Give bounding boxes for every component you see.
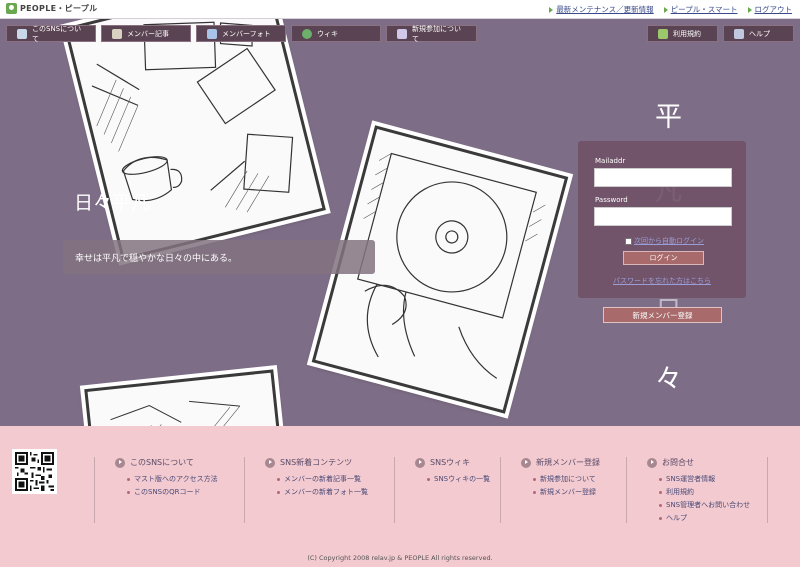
nav-terms[interactable]: 利用規約 xyxy=(647,25,718,42)
bullet-icon xyxy=(127,490,130,494)
arrow-icon xyxy=(549,6,554,13)
nav-new-member[interactable]: 新規参加について xyxy=(386,25,477,43)
footer-col-title[interactable]: このSNSについて xyxy=(115,457,244,468)
footer-link[interactable]: メンバーの新着フォト一覧 xyxy=(277,487,394,497)
pencil-icon xyxy=(658,28,668,39)
nav-about[interactable]: このSNSについて xyxy=(6,25,96,43)
qr-code xyxy=(12,449,57,494)
bullet-icon xyxy=(127,477,130,481)
nav-member-articles[interactable]: メンバー記事 xyxy=(101,25,191,42)
utility-nav: 利用規約 ヘルプ xyxy=(647,25,794,42)
footer-link[interactable]: メンバーの新着記事一覧 xyxy=(277,474,394,484)
play-circle-icon xyxy=(521,457,531,468)
footer-link[interactable]: 新規参加について xyxy=(533,474,626,484)
help-icon xyxy=(734,28,744,39)
forgot-password-link[interactable]: パスワードを忘れた方はこちら xyxy=(578,276,746,286)
logout-link[interactable]: ログアウト xyxy=(747,4,792,15)
globe-icon xyxy=(302,28,312,39)
footer-col-title[interactable]: 新規メンバー登録 xyxy=(521,457,626,468)
footer-link[interactable]: SNS運営者情報 xyxy=(659,474,767,484)
bullet-icon xyxy=(659,503,662,507)
vertical-char: 々 xyxy=(655,364,682,395)
footer-col-new-content: SNS新着コンテンツ メンバーの新着記事一覧 メンバーの新着フォト一覧 xyxy=(244,457,394,523)
bullet-icon xyxy=(659,490,662,494)
login-panel: Mailaddr Password 次回から自動ログイン ログイン パスワードを… xyxy=(578,141,746,298)
footer-col-title[interactable]: SNS新着コンテンツ xyxy=(265,457,394,468)
bullet-icon xyxy=(659,516,662,520)
arrow-icon xyxy=(747,6,752,13)
notebook-icon xyxy=(112,28,122,39)
top-links: 最新メンテナンス／更新情報 ピープル・スマート ログアウト xyxy=(549,4,792,15)
qr-code-icon xyxy=(15,452,54,491)
remember-login[interactable]: 次回から自動ログイン xyxy=(625,236,704,246)
password-input[interactable] xyxy=(594,207,732,226)
logo-icon xyxy=(6,3,17,14)
logo-text: PEOPLE・ピープル xyxy=(20,4,98,13)
bullet-icon xyxy=(427,477,430,481)
bullet-icon xyxy=(533,490,536,494)
site-tagline: 幸せは平凡で穏やかな日々の中にある。 xyxy=(63,240,375,274)
main-nav: このSNSについて メンバー記事 メンバーフォト ウィキ 新規参加について xyxy=(6,25,477,43)
copyright: (C) Copyright 2008 relav.jp & PEOPLE All… xyxy=(307,554,493,562)
footer-col-title[interactable]: お問合せ xyxy=(647,457,767,468)
hero-section: このSNSについて メンバー記事 メンバーフォト ウィキ 新規参加について 利用… xyxy=(0,19,800,426)
bullet-icon xyxy=(659,477,662,481)
password-label: Password xyxy=(595,196,628,204)
mail-label: Mailaddr xyxy=(595,157,626,165)
footer-link[interactable]: 利用規約 xyxy=(659,487,767,497)
people-icon xyxy=(17,28,27,39)
register-button[interactable]: 新規メンバー登録 xyxy=(603,307,722,323)
footer-link[interactable]: SNSウィキの一覧 xyxy=(427,474,500,484)
footer-col-contact: お問合せ SNS運営者情報 利用規約 SNS管理者へお問い合わせ ヘルプ xyxy=(626,457,767,523)
site-title: 日々平凡 xyxy=(74,192,151,214)
bullet-icon xyxy=(277,477,280,481)
play-circle-icon xyxy=(265,457,275,468)
arrow-icon xyxy=(663,6,668,13)
nav-member-photos[interactable]: メンバーフォト xyxy=(196,25,286,42)
footer: このSNSについて マスト版へのアクセス方法 このSNSのQRコード SNS新着… xyxy=(0,426,800,567)
top-bar: PEOPLE・ピープル 最新メンテナンス／更新情報 ピープル・スマート ログアウ… xyxy=(0,0,800,19)
footer-link[interactable]: 新規メンバー登録 xyxy=(533,487,626,497)
play-circle-icon xyxy=(647,457,657,468)
login-button[interactable]: ログイン xyxy=(623,251,704,265)
bullet-icon xyxy=(533,477,536,481)
footer-col-title[interactable]: SNSウィキ xyxy=(415,457,500,468)
play-circle-icon xyxy=(415,457,425,468)
footer-col-register: 新規メンバー登録 新規参加について 新規メンバー登録 xyxy=(500,457,626,523)
desk-sketch-illustration xyxy=(91,21,294,213)
nav-wiki[interactable]: ウィキ xyxy=(291,25,381,42)
bullet-icon xyxy=(277,490,280,494)
footer-col-about: このSNSについて マスト版へのアクセス方法 このSNSのQRコード xyxy=(94,457,244,523)
bottom-sketch-illustration xyxy=(110,400,241,426)
footer-link[interactable]: SNS管理者へお問い合わせ xyxy=(659,500,767,510)
sketch-photo-bottom xyxy=(84,369,286,426)
new-member-icon xyxy=(397,28,407,39)
photo-icon xyxy=(207,28,217,39)
footer-link[interactable]: このSNSのQRコード xyxy=(127,487,244,497)
maintenance-link[interactable]: 最新メンテナンス／更新情報 xyxy=(549,4,654,15)
footer-link[interactable]: マスト版へのアクセス方法 xyxy=(127,474,244,484)
sketch-photo-desk xyxy=(64,19,326,261)
play-circle-icon xyxy=(115,457,125,468)
nav-help[interactable]: ヘルプ xyxy=(723,25,794,42)
smart-link[interactable]: ピープル・スマート xyxy=(663,4,738,15)
remember-checkbox[interactable] xyxy=(625,237,632,245)
footer-link[interactable]: ヘルプ xyxy=(659,513,767,523)
footer-divider xyxy=(767,457,768,523)
vertical-char: 平 xyxy=(655,102,682,133)
mail-input[interactable] xyxy=(594,168,732,187)
site-logo[interactable]: PEOPLE・ピープル xyxy=(6,3,97,14)
footer-col-wiki: SNSウィキ SNSウィキの一覧 xyxy=(394,457,500,523)
